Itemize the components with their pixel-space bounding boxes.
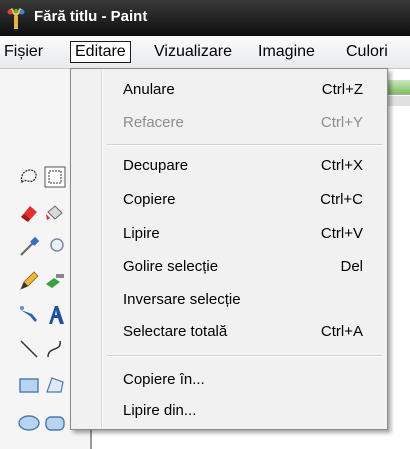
- title-bar: Fără titlu - Paint: [0, 0, 410, 36]
- menu-item-paste[interactable]: Lipire Ctrl+V: [123, 222, 363, 246]
- menu-item-clear-selection[interactable]: Golire selecție Del: [123, 255, 363, 279]
- menu-item-label: Golire selecție: [123, 258, 219, 275]
- menu-item-label: Refacere: [123, 114, 184, 131]
- menu-colors[interactable]: Culori: [346, 41, 388, 63]
- menu-separator: [107, 355, 383, 357]
- menu-file[interactable]: Fișier: [4, 41, 43, 63]
- menu-edit[interactable]: Editare: [70, 41, 131, 63]
- menu-item-label: Lipire din...: [123, 402, 197, 419]
- ellipse-icon[interactable]: [18, 412, 40, 434]
- edit-menu-dropdown: Anulare Ctrl+Z Refacere Ctrl+Y Decupare …: [70, 68, 388, 430]
- menu-item-shortcut: Ctrl+C: [320, 191, 363, 208]
- line-icon[interactable]: [18, 338, 40, 360]
- menu-item-paste-from[interactable]: Lipire din...: [123, 399, 363, 423]
- color-picker-icon[interactable]: [18, 236, 40, 258]
- menu-item-shortcut: Ctrl+Z: [321, 81, 363, 98]
- pencil-icon[interactable]: [18, 270, 40, 292]
- menu-separator: [107, 144, 383, 146]
- menu-item-redo[interactable]: Refacere Ctrl+Y: [123, 111, 363, 135]
- menu-item-cut[interactable]: Decupare Ctrl+X: [123, 154, 363, 178]
- menu-item-label: Copiere: [123, 191, 176, 208]
- airbrush-icon[interactable]: [18, 304, 40, 326]
- brush-icon[interactable]: [44, 270, 66, 292]
- rounded-rectangle-icon[interactable]: [44, 412, 66, 434]
- fill-icon[interactable]: [44, 202, 66, 224]
- polygon-icon[interactable]: [44, 374, 66, 396]
- menu-bar: Fișier Editare Vizualizare Imagine Culor…: [0, 36, 410, 69]
- menu-item-label: Copiere în...: [123, 371, 205, 388]
- menu-image[interactable]: Imagine: [258, 41, 315, 63]
- menu-item-shortcut: Del: [340, 258, 363, 275]
- menu-item-shortcut: Ctrl+A: [320, 323, 363, 340]
- menu-item-select-all[interactable]: Selectare totală Ctrl+A: [123, 320, 363, 344]
- menu-item-shortcut: Ctrl+Y: [320, 114, 363, 131]
- menu-view[interactable]: Vizualizare: [154, 41, 232, 63]
- menu-item-label: Lipire: [123, 225, 160, 242]
- window-title: Fără titlu - Paint: [34, 8, 148, 25]
- paint-app-icon: [7, 8, 25, 29]
- menu-item-copy[interactable]: Copiere Ctrl+C: [123, 188, 363, 212]
- text-icon[interactable]: [44, 304, 66, 326]
- menu-icon-gutter: [101, 71, 103, 427]
- select-icon[interactable]: [44, 166, 66, 188]
- free-form-select-icon[interactable]: [18, 166, 40, 188]
- menu-item-label: Anulare: [123, 81, 175, 98]
- menu-item-label: Inversare selecție: [123, 291, 241, 308]
- menu-item-shortcut: Ctrl+X: [320, 157, 363, 174]
- eraser-icon[interactable]: [18, 202, 40, 224]
- menu-item-undo[interactable]: Anulare Ctrl+Z: [123, 78, 363, 102]
- rectangle-icon[interactable]: [18, 374, 40, 396]
- menu-item-invert-selection[interactable]: Inversare selecție: [123, 288, 363, 312]
- magnifier-icon[interactable]: [44, 236, 66, 258]
- menu-item-copy-to[interactable]: Copiere în...: [123, 368, 363, 392]
- menu-item-label: Selectare totală: [123, 323, 228, 340]
- menu-item-label: Decupare: [123, 157, 189, 174]
- curve-icon[interactable]: [44, 338, 66, 360]
- menu-item-shortcut: Ctrl+V: [320, 225, 363, 242]
